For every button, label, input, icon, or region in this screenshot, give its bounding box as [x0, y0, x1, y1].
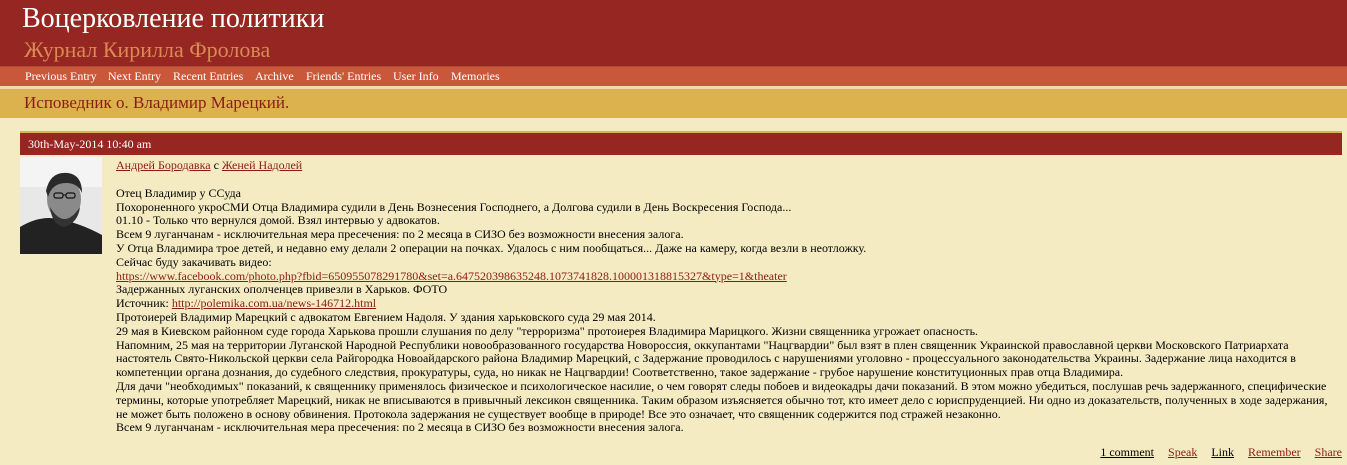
- nav-bar: Previous Entry Next Entry Recent Entries…: [0, 66, 1347, 86]
- entry-line: Сейчас буду закачивать видео:: [116, 254, 272, 269]
- entry-paragraph: Напомним, 25 мая на территории Луганской…: [116, 337, 1296, 380]
- entry-line: Протоиерей Владимир Марецкий с адвокатом…: [116, 309, 656, 324]
- site-subtitle: Журнал Кирилла Фролова: [24, 37, 271, 62]
- nav-next-entry[interactable]: Next Entry: [108, 69, 161, 83]
- entry-line: У Отца Владимира трое детей, и недавно е…: [116, 240, 867, 255]
- nav-previous-entry[interactable]: Previous Entry: [25, 69, 97, 83]
- entry-title-bar: Исповедник о. Владимир Марецкий.: [0, 89, 1347, 118]
- nav-recent-entries[interactable]: Recent Entries: [173, 69, 243, 83]
- entry-paragraph: Для дачи "необходимых" показаний, к свящ…: [116, 378, 1328, 421]
- source-link[interactable]: http://polemika.com.ua/news-146712.html: [172, 296, 376, 310]
- entry-line: 01.10 - Только что вернулся домой. Взял …: [116, 213, 440, 228]
- entry-footer-links: 1 comment Speak Link Remember Share: [1089, 445, 1342, 459]
- entry-line: https://www.facebook.com/photo.php?fbid=…: [116, 269, 1341, 284]
- entry-body: Андрей Бородавка с Женей Надолей Отец Вл…: [116, 158, 1341, 435]
- entry-line: Задержанных луганских ополченцев привезл…: [116, 282, 448, 297]
- entry-date-bar: 30th-May-2014 10:40 am: [20, 131, 1342, 155]
- nav-archive[interactable]: Archive: [255, 69, 294, 83]
- comments-link[interactable]: 1 comment: [1100, 445, 1154, 459]
- speak-link[interactable]: Speak: [1168, 445, 1197, 459]
- link-link[interactable]: Link: [1211, 445, 1234, 459]
- entry-line: Всем 9 луганчанам - исключительная мера …: [116, 227, 684, 242]
- site-header: Воцерковление политики Журнал Кирилла Фр…: [0, 0, 1347, 66]
- entry-line: Всем 9 луганчанам - исключительная мера …: [116, 420, 684, 435]
- facebook-link[interactable]: https://www.facebook.com/photo.php?fbid=…: [116, 269, 787, 283]
- entry-title: Исповедник о. Владимир Марецкий.: [24, 93, 290, 112]
- user-photo-avatar[interactable]: [20, 157, 102, 254]
- entry-line: 29 мая в Киевском районном суде города Х…: [116, 323, 979, 338]
- entry-authors: Андрей Бородавка с Женей Надолей: [116, 158, 1341, 173]
- entry-line: Отец Владимир у ССуда: [116, 185, 241, 200]
- remember-link[interactable]: Remember: [1248, 445, 1301, 459]
- nav-friends-entries[interactable]: Friends' Entries: [306, 69, 381, 83]
- nav-memories[interactable]: Memories: [451, 69, 500, 83]
- entry-source: Источник: http://polemika.com.ua/news-14…: [116, 296, 1341, 311]
- author-link[interactable]: Андрей Бородавка: [116, 158, 211, 172]
- entry-date: 30th-May-2014 10:40 am: [28, 137, 152, 151]
- share-link[interactable]: Share: [1315, 445, 1342, 459]
- coauthor-link[interactable]: Женей Надолей: [222, 158, 302, 172]
- avatar-photo-icon: [20, 157, 102, 254]
- with-word: с: [213, 158, 219, 172]
- source-label: Источник:: [116, 296, 169, 311]
- site-title[interactable]: Воцерковление политики: [22, 2, 324, 36]
- entry-line: Похороненного укроСМИ Отца Владимира суд…: [116, 199, 792, 214]
- nav-user-info[interactable]: User Info: [393, 69, 439, 83]
